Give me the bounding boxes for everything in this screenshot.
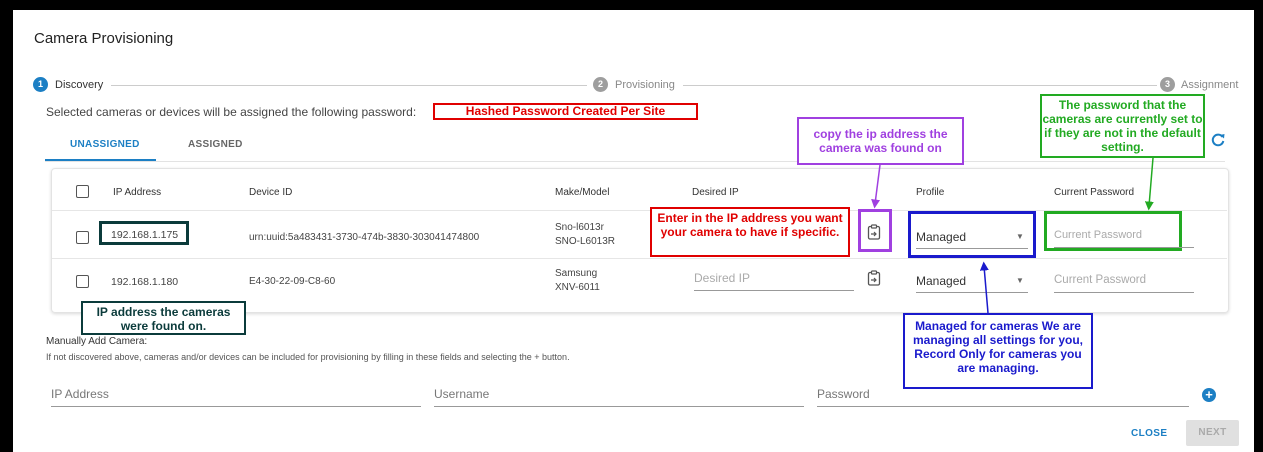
manual-password-input[interactable]: Password: [817, 387, 870, 401]
manual-add-title: Manually Add Camera:: [46, 336, 148, 347]
manual-ip-input[interactable]: IP Address: [51, 387, 109, 401]
annotation-arrows: [871, 157, 1154, 314]
manual-ip-underline: [51, 406, 421, 407]
manual-password-underline: [817, 406, 1189, 407]
close-button[interactable]: CLOSE: [1131, 428, 1167, 439]
manual-username-underline: [434, 406, 804, 407]
add-circle-icon[interactable]: +: [1202, 388, 1216, 402]
camera-provisioning-dialog: Camera Provisioning 1 Discovery 2 Provis…: [13, 10, 1254, 452]
manual-add-hint: If not discovered above, cameras and/or …: [46, 352, 570, 362]
next-button[interactable]: NEXT: [1186, 420, 1239, 446]
manual-username-input[interactable]: Username: [434, 387, 489, 401]
